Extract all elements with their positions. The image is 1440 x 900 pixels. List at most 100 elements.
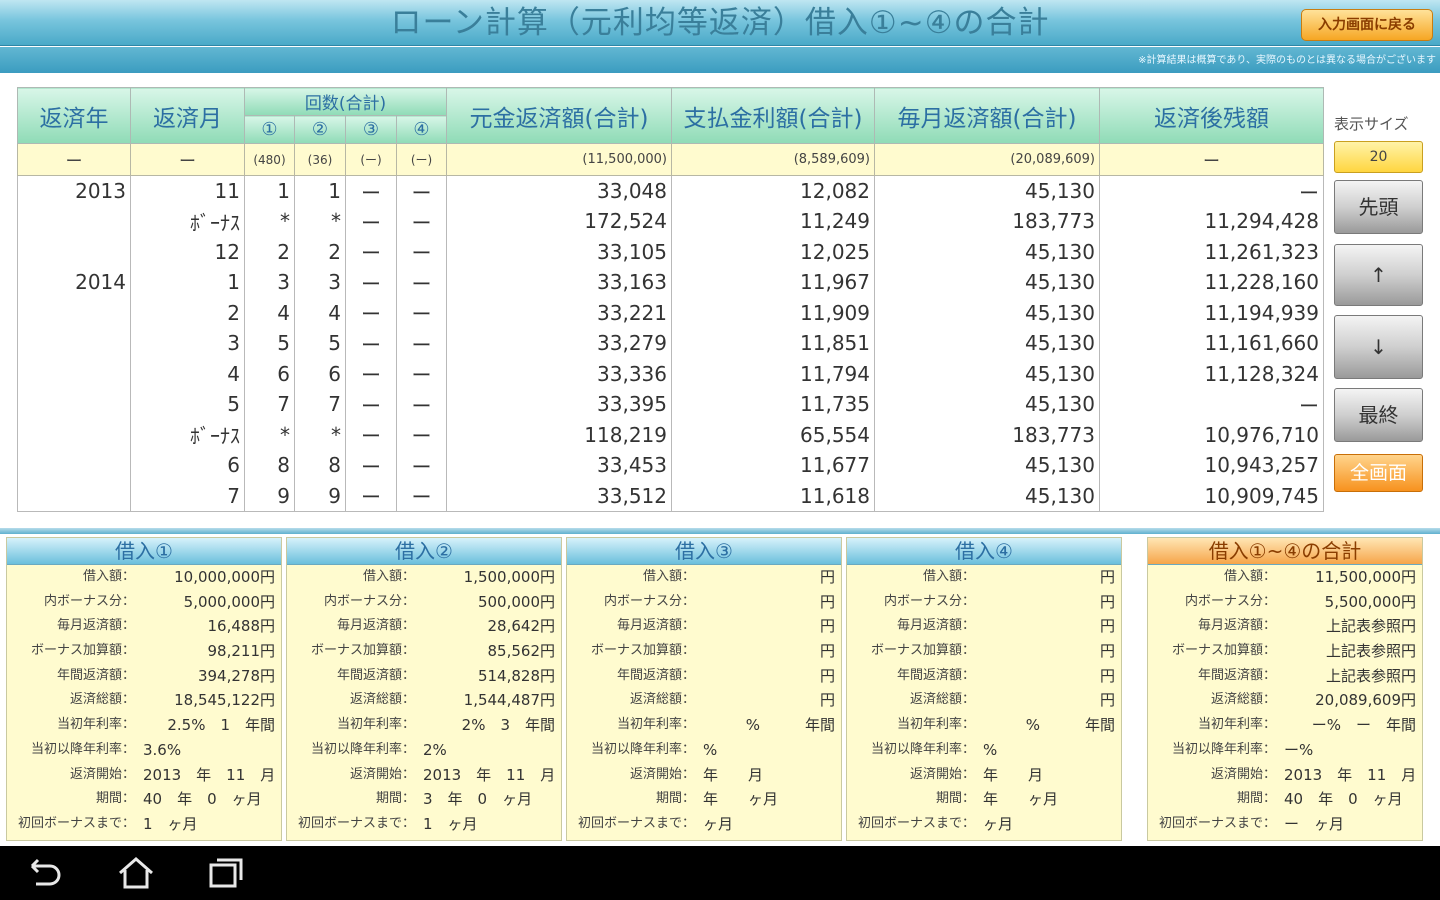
total-principal: (11,500,000) [446,143,672,176]
cell-balance: 11,294,428 [1099,206,1324,237]
panel-row-value: 円 [819,666,835,685]
recent-apps-icon[interactable] [206,856,246,890]
panel-title: 借入①~④の合計 [1148,538,1422,565]
cell-principal: 33,048 [446,175,672,206]
cell-c3: ー [345,236,397,267]
total-interest: (8,589,609) [671,143,875,176]
total-count-4: (ー) [396,143,447,176]
cell-monthly: 183,773 [874,419,1100,450]
panel-row-label: ボーナス加算額： [870,643,975,659]
panel-row: 借入額： 10,000,000円 [7,565,281,590]
panel-title: 借入③ [567,538,841,565]
header-count-4: ④ [396,115,447,144]
fullscreen-button[interactable]: 全画面 [1334,454,1423,492]
cell-year [17,450,131,481]
cell-principal: 33,163 [446,267,672,298]
section-divider [0,528,1440,534]
cell-c4: ー [396,206,447,237]
cell-c2: 1 [294,175,346,206]
last-page-button[interactable]: 最終 [1334,388,1423,442]
home-icon[interactable] [116,856,156,890]
cell-year: 2013 [17,175,131,206]
panel-row-label: 当初以降年利率： [870,741,975,757]
cell-month: ﾎﾞｰﾅｽ [130,419,245,450]
arrow-up-icon: ↑ [1370,263,1387,287]
cell-c3: ー [345,480,397,512]
panel-row: 当初以降年利率：% [567,738,841,763]
panel-row-label: 返済開始： [909,766,975,782]
panel-row-label: 内ボーナス分： [1184,593,1276,609]
back-icon[interactable] [24,856,64,890]
panel-row-value: % 年間 [1025,716,1115,735]
panel-row-label: 当初年利率： [616,717,695,733]
cell-c2: 4 [294,297,346,328]
panel-row-label: 借入額： [642,569,695,584]
cell-balance: 11,194,939 [1099,297,1324,328]
loan-panel-2: 借入② 借入額： 1,500,000円 内ボーナス分： 500,000円 毎月返済額： 28… [286,537,562,841]
panel-row-value: ヶ月 [983,814,1014,833]
cell-balance: 11,228,160 [1099,267,1324,298]
header-count-1: ① [244,115,295,144]
cell-c1: 5 [244,328,295,359]
cell-year [17,236,131,267]
panel-row-label: 借入額： [1223,569,1276,584]
title-bar: ローン計算（元利均等返済）借入①~④の合計 入力画面に戻る [0,0,1440,46]
panel-row: 当初年利率： 2% 3 年間 [287,713,561,738]
panel-row: ボーナス加算額： 円 [847,639,1121,664]
panel-row: 返済開始： 2013 年 11 月 [287,763,561,788]
panel-title: 借入④ [847,538,1121,565]
cell-c2: 9 [294,480,346,512]
panel-row: 借入額： 円 [567,565,841,590]
panel-row-value: 98,211円 [207,642,276,661]
cell-c1: 9 [244,480,295,512]
panel-row: 当初年利率： ー% ー 年間 [1148,713,1422,738]
cell-principal: 33,453 [446,450,672,481]
loan-panel-3: 借入③ 借入額：円内ボーナス分：円毎月返済額：円ボーナス加算額：円年間返済額：円返… [566,537,842,841]
cell-c2: 5 [294,328,346,359]
cell-principal: 33,105 [446,236,672,267]
panel-row: 毎月返済額： 28,642円 [287,614,561,639]
panel-row-value: 年 月 [983,765,1044,784]
cell-month: 2 [130,297,245,328]
display-size-selector[interactable]: 20 [1334,141,1423,173]
total-count-2: (36) [294,143,346,176]
notice-bar: ※計算結果は概算であり、実際のものとは異なる場合がございます [0,47,1440,73]
back-to-input-button[interactable]: 入力画面に戻る [1301,9,1433,41]
panel-row-label: 年間返済額： [616,667,695,683]
cell-c1: 1 [244,175,295,206]
header-principal: 元金返済額(合計) [446,87,672,144]
panel-row-label: ボーナス加算額： [590,643,695,659]
disclaimer-note: ※計算結果は概算であり、実際のものとは異なる場合がございます [1138,55,1436,66]
cell-c1: * [244,419,295,450]
cell-interest: 11,735 [671,389,875,420]
panel-row-label: 年間返済額： [896,667,975,683]
panel-row: 期間： 年 ヶ月 [847,787,1121,812]
header-month: 返済月 [130,87,245,144]
panel-row-value: 3.6% [143,740,182,759]
cell-monthly: 45,130 [874,175,1100,206]
scroll-up-button[interactable]: ↑ [1334,244,1423,306]
first-page-button[interactable]: 先頭 [1334,180,1423,234]
cell-year [17,206,131,237]
loan-total-panel: 借入①~④の合計 借入額： 11,500,000円 内ボーナス分： 5,500,000円… [1147,537,1423,841]
panel-row-value: 28,642円 [487,617,556,636]
panel-row-value: 3 年 0 ヶ月 [423,790,533,809]
cell-c4: ー [396,267,447,298]
panel-row: 返済開始： 2013 年 11 月 [7,763,281,788]
panel-row: 期間： 年 ヶ月 [567,787,841,812]
cell-c4: ー [396,297,447,328]
panel-row-label: 期間： [1236,791,1276,807]
panel-row-label: ボーナス加算額： [30,643,135,659]
cell-year [17,389,131,420]
panel-row-value: ー ヶ月 [1284,814,1345,833]
cell-c3: ー [345,450,397,481]
cell-month: 3 [130,328,245,359]
panel-row-value: 円 [819,642,835,661]
panel-row-value: 2013 年 11 月 [423,765,556,784]
cell-c2: 2 [294,236,346,267]
scroll-down-button[interactable]: ↓ [1334,315,1423,379]
panel-row-label: 年間返済額： [56,667,135,683]
table-row: 2 4 4 ーー 33,221 11,909 45,130 11,194,939 [17,297,1324,328]
total-year: ー [17,143,131,176]
panel-row: 毎月返済額： 円 [847,614,1121,639]
